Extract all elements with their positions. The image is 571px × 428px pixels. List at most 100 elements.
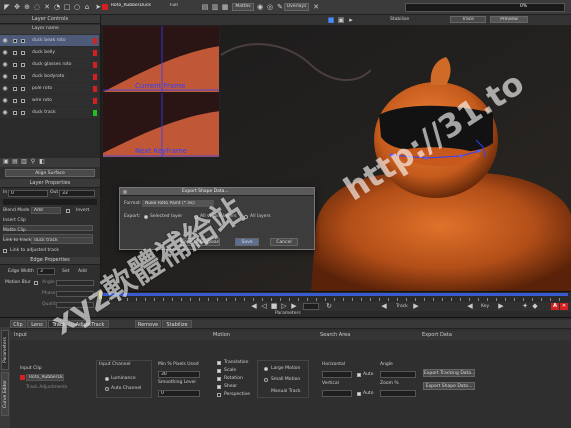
export-tracking-data-button[interactable]: Export Tracking Data...: [423, 369, 475, 377]
play-icon[interactable]: ▷: [280, 302, 288, 310]
view-select[interactable]: Full: [168, 3, 198, 11]
tab-track[interactable]: Track: [48, 320, 70, 328]
tab-adjust-track[interactable]: AdjustTrack: [71, 320, 109, 328]
vertical-auto-checkbox[interactable]: [357, 392, 361, 396]
trash-icon[interactable]: ▥: [20, 158, 28, 166]
layer-row[interactable]: ◉ duck beak roto: [0, 35, 99, 47]
eye-icon[interactable]: ◉: [1, 73, 9, 81]
copy-to-clipboard-button[interactable]: Copy to Clipboard: [180, 238, 220, 246]
step-back-icon[interactable]: ◀: [250, 302, 258, 310]
play-back-icon[interactable]: ◁: [260, 302, 268, 310]
invert-checkbox[interactable]: [66, 209, 70, 213]
layer-color-swatch[interactable]: [93, 62, 97, 68]
key-forward-icon[interactable]: ▶: [497, 302, 505, 310]
blend-mode-select[interactable]: Add: [31, 207, 61, 214]
eye-icon[interactable]: ◉: [1, 85, 9, 93]
smoothing-field[interactable]: 0: [158, 390, 200, 397]
zoom-icon[interactable]: ⊕: [23, 3, 31, 11]
layer-solo-checkbox[interactable]: [21, 39, 25, 43]
phase-field[interactable]: [56, 291, 94, 297]
track-forward-icon[interactable]: ▶: [412, 302, 420, 310]
layer-row[interactable]: ◉ wire roto: [0, 95, 99, 107]
layer-lock-checkbox[interactable]: [13, 63, 17, 67]
tab-stabilize[interactable]: Stabilize: [162, 320, 192, 328]
layer-color-swatch[interactable]: [93, 74, 97, 80]
bezier-icon[interactable]: ◔: [53, 3, 61, 11]
track-back-icon[interactable]: ◀: [380, 302, 388, 310]
delete-key-button[interactable]: ✕: [560, 303, 568, 310]
layer-solo-checkbox[interactable]: [21, 51, 25, 55]
layer-solo-checkbox[interactable]: [21, 63, 25, 67]
eye-icon[interactable]: ◉: [1, 49, 9, 57]
pointer-icon[interactable]: ➤: [94, 3, 102, 11]
in-field[interactable]: 0: [8, 190, 48, 197]
tab-clip[interactable]: Clip: [10, 320, 26, 328]
preview-button[interactable]: Preview: [490, 16, 528, 23]
dialog-close-dot[interactable]: [123, 190, 127, 194]
layer-color-swatch[interactable]: [93, 86, 97, 92]
settings-icon[interactable]: ✕: [312, 3, 320, 11]
layer-row[interactable]: ◉ pole roto: [0, 83, 99, 95]
xspline-icon[interactable]: ✕: [43, 3, 51, 11]
cancel-button[interactable]: Cancel: [270, 238, 298, 246]
mattes-dropdown[interactable]: Mattes: [232, 3, 254, 11]
edge-width-field[interactable]: 3: [37, 268, 55, 275]
quality-field[interactable]: [56, 302, 94, 308]
tab-lens[interactable]: Lens: [27, 320, 47, 328]
input-clip-select[interactable]: Roto_RubberDuck: [26, 374, 64, 381]
selected-layer-radio[interactable]: [144, 215, 148, 219]
min-pixels-field[interactable]: 30: [158, 371, 200, 378]
view-mode-icon[interactable]: ▤: [201, 3, 209, 11]
timeline-track-bar[interactable]: [100, 293, 568, 296]
auto-key-icon[interactable]: ◆: [531, 302, 539, 310]
export-shape-data-button[interactable]: Export Shape Data...: [423, 382, 475, 390]
layer-color-swatch[interactable]: [93, 98, 97, 104]
small-motion-radio[interactable]: [264, 378, 268, 382]
loop-icon[interactable]: ↻: [325, 302, 333, 310]
eye-icon[interactable]: ◉: [1, 37, 9, 45]
auto-channel-radio[interactable]: [105, 387, 109, 391]
arrow-icon[interactable]: ▸: [347, 16, 355, 24]
duplicate-layer-icon[interactable]: ▤: [11, 158, 19, 166]
layer-color-swatch[interactable]: [93, 38, 97, 44]
stabilize-button[interactable]: Stabilize: [390, 17, 409, 23]
align-surface-button[interactable]: Align Surface: [5, 169, 95, 177]
eye-icon[interactable]: ◉: [1, 61, 9, 69]
layer-color-swatch[interactable]: [93, 110, 97, 116]
zoom-field[interactable]: [380, 390, 416, 397]
add-button[interactable]: Add: [78, 269, 87, 275]
target-icon[interactable]: ◎: [266, 3, 274, 11]
perspective-checkbox[interactable]: [217, 393, 221, 397]
angle-field-search[interactable]: [380, 371, 416, 378]
auto-key-toggle[interactable]: A: [551, 303, 559, 310]
layer-lock-checkbox[interactable]: [13, 87, 17, 91]
set-button[interactable]: Set: [62, 269, 69, 275]
camera-icon[interactable]: ◉: [256, 3, 264, 11]
arrow-select-icon[interactable]: ◤: [3, 3, 11, 11]
link-icon[interactable]: ⚲: [29, 158, 37, 166]
horizontal-field[interactable]: [322, 371, 352, 378]
layer-lock-checkbox[interactable]: [13, 39, 17, 43]
bspline-icon[interactable]: ◌: [33, 3, 41, 11]
fill-mode-icon[interactable]: ▣: [337, 16, 345, 24]
eye-icon[interactable]: ◉: [1, 109, 9, 117]
scale-checkbox[interactable]: [217, 369, 221, 373]
all-layers-radio[interactable]: [244, 215, 248, 219]
cursor-icon[interactable]: ✎: [276, 3, 284, 11]
key-back-icon[interactable]: ◀: [466, 302, 474, 310]
link-to-track-select[interactable]: duck track: [31, 237, 93, 244]
rotation-checkbox[interactable]: [217, 377, 221, 381]
rect-icon[interactable]: □: [63, 3, 71, 11]
layer-solo-checkbox[interactable]: [21, 87, 25, 91]
stop-icon[interactable]: ■: [270, 302, 278, 310]
circle-icon[interactable]: ○: [73, 3, 81, 11]
frame-field[interactable]: [303, 303, 319, 310]
layer-row[interactable]: ◉ duck glasses roto: [0, 59, 99, 71]
eye-icon[interactable]: ◉: [1, 97, 9, 105]
layer-color-swatch[interactable]: [93, 50, 97, 56]
side-tab-parameters[interactable]: Parameters: [1, 330, 9, 370]
angle-field[interactable]: [56, 280, 94, 286]
layer-solo-checkbox[interactable]: [21, 75, 25, 79]
viewer[interactable]: Current Frame Next Keyframe: [101, 25, 571, 291]
shear-checkbox[interactable]: [217, 385, 221, 389]
